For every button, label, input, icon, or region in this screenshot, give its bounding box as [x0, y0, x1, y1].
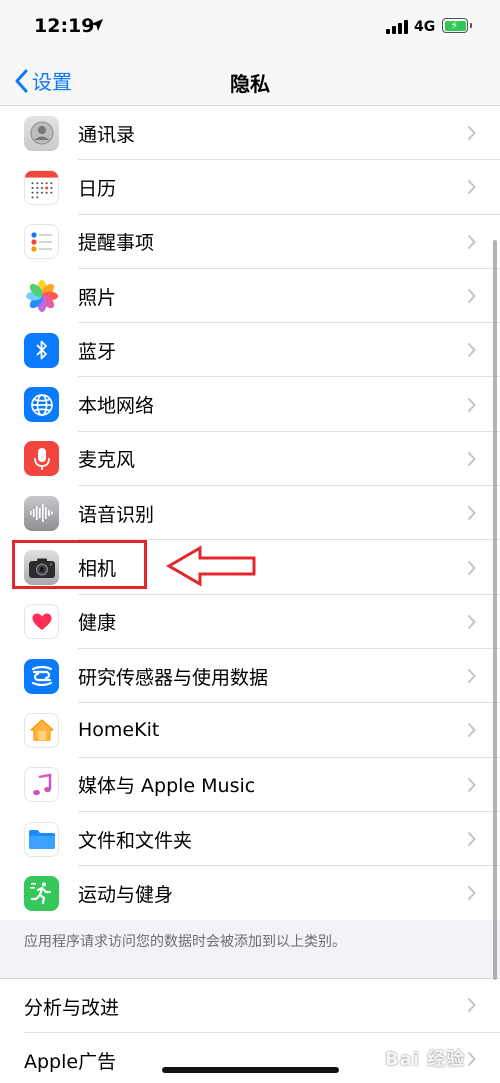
- home-icon: [24, 712, 59, 748]
- list-item-research[interactable]: 研究传感器与使用数据: [0, 649, 500, 704]
- status-bar: 12:19 4G ⚡: [0, 0, 500, 56]
- reminders-icon: [24, 224, 59, 260]
- running-figure-icon: [24, 875, 59, 911]
- waveform-icon: [24, 495, 59, 531]
- list-item-analytics[interactable]: 分析与改进: [0, 979, 500, 1033]
- footer-note-text: 应用程序请求访问您的数据时会被添加到以上类别。: [24, 934, 346, 950]
- list-item-label: 麦克风: [78, 449, 136, 472]
- research-icon: [24, 658, 59, 694]
- chevron-right-icon: [467, 831, 476, 847]
- chevron-right-icon: [467, 234, 476, 249]
- heart-icon: [24, 604, 59, 640]
- chevron-right-icon: [467, 125, 476, 141]
- highlight-box: [12, 540, 147, 589]
- chevron-right-icon: [467, 614, 476, 629]
- chevron-right-icon: [467, 1051, 476, 1067]
- chevron-right-icon: [467, 451, 476, 467]
- chevron-right-icon: [467, 180, 476, 195]
- photos-icon: [24, 278, 59, 314]
- chevron-right-icon: [467, 997, 476, 1013]
- list-item-label: 运动与健身: [78, 883, 174, 906]
- list-item-fitness[interactable]: 运动与健身: [0, 866, 500, 920]
- list-item-label: 分析与改进: [24, 997, 120, 1019]
- battery-icon: ⚡: [442, 18, 472, 33]
- chevron-right-icon: [467, 397, 476, 412]
- music-note-icon: [24, 767, 59, 803]
- list-item-label: 照片: [78, 286, 117, 309]
- section-footer-note: 应用程序请求访问您的数据时会被添加到以上类别。: [0, 920, 500, 978]
- list-item-microphone[interactable]: 麦克风: [0, 432, 500, 487]
- cellular-signal-icon: [386, 20, 408, 34]
- chevron-right-icon: [467, 668, 476, 684]
- list-item-local-network[interactable]: 本地网络: [0, 377, 500, 432]
- list-item-calendar[interactable]: 日历: [0, 160, 500, 215]
- list-item-speech[interactable]: 语音识别: [0, 486, 500, 541]
- globe-icon: [24, 387, 59, 423]
- list-item-label: 蓝牙: [78, 340, 117, 363]
- list-item-label: HomeKit: [78, 719, 160, 742]
- contacts-icon: [24, 115, 59, 151]
- list-item-label: Apple广告: [24, 1051, 117, 1073]
- list-item-label: 提醒事项: [78, 232, 155, 255]
- chevron-right-icon: [467, 288, 476, 304]
- status-time: 12:19: [34, 15, 95, 37]
- chevron-right-icon: [467, 886, 476, 901]
- list-item-label: 日历: [78, 177, 117, 200]
- page-title: 隐私: [230, 72, 270, 96]
- chevron-right-icon: [467, 723, 476, 738]
- folder-icon: [24, 821, 59, 857]
- list-item-label: 通讯录: [78, 123, 136, 146]
- list-item-label: 研究传感器与使用数据: [78, 666, 269, 689]
- list-item-label: 文件和文件夹: [78, 829, 193, 852]
- list-item-contacts[interactable]: 通讯录: [0, 106, 500, 161]
- list-item-health[interactable]: 健康: [0, 595, 500, 649]
- list-item-label: 媒体与 Apple Music: [78, 775, 256, 798]
- chevron-right-icon: [467, 506, 476, 521]
- list-item-homekit[interactable]: HomeKit: [0, 703, 500, 758]
- network-type: 4G: [414, 19, 436, 35]
- home-indicator[interactable]: [162, 1067, 339, 1073]
- list-item-label: 本地网络: [78, 395, 155, 418]
- watermark: Bai 经验: [385, 1049, 466, 1070]
- navigation-bar: 设置 隐私: [0, 56, 500, 106]
- location-arrow-icon: [91, 19, 103, 31]
- microphone-icon: [24, 441, 59, 477]
- list-item-bluetooth[interactable]: 蓝牙: [0, 323, 500, 378]
- list-item-photos[interactable]: 照片: [0, 269, 500, 324]
- list-item-reminders[interactable]: 提醒事项: [0, 215, 500, 269]
- calendar-icon: [24, 169, 59, 205]
- chevron-right-icon: [467, 777, 476, 792]
- privacy-list: 通讯录 日历 提醒事项 照片 蓝牙 本地网络 麦克风 语音识别 相机 健康 研究…: [0, 106, 500, 921]
- list-item-files[interactable]: 文件和文件夹: [0, 812, 500, 867]
- list-item-label: 健康: [78, 612, 117, 635]
- bluetooth-icon: [24, 332, 59, 368]
- annotation-arrow-icon: [166, 545, 256, 587]
- list-item-media[interactable]: 媒体与 Apple Music: [0, 758, 500, 812]
- chevron-right-icon: [467, 343, 476, 358]
- scroll-indicator[interactable]: [493, 240, 497, 980]
- chevron-right-icon: [467, 560, 476, 575]
- list-item-label: 语音识别: [78, 503, 155, 526]
